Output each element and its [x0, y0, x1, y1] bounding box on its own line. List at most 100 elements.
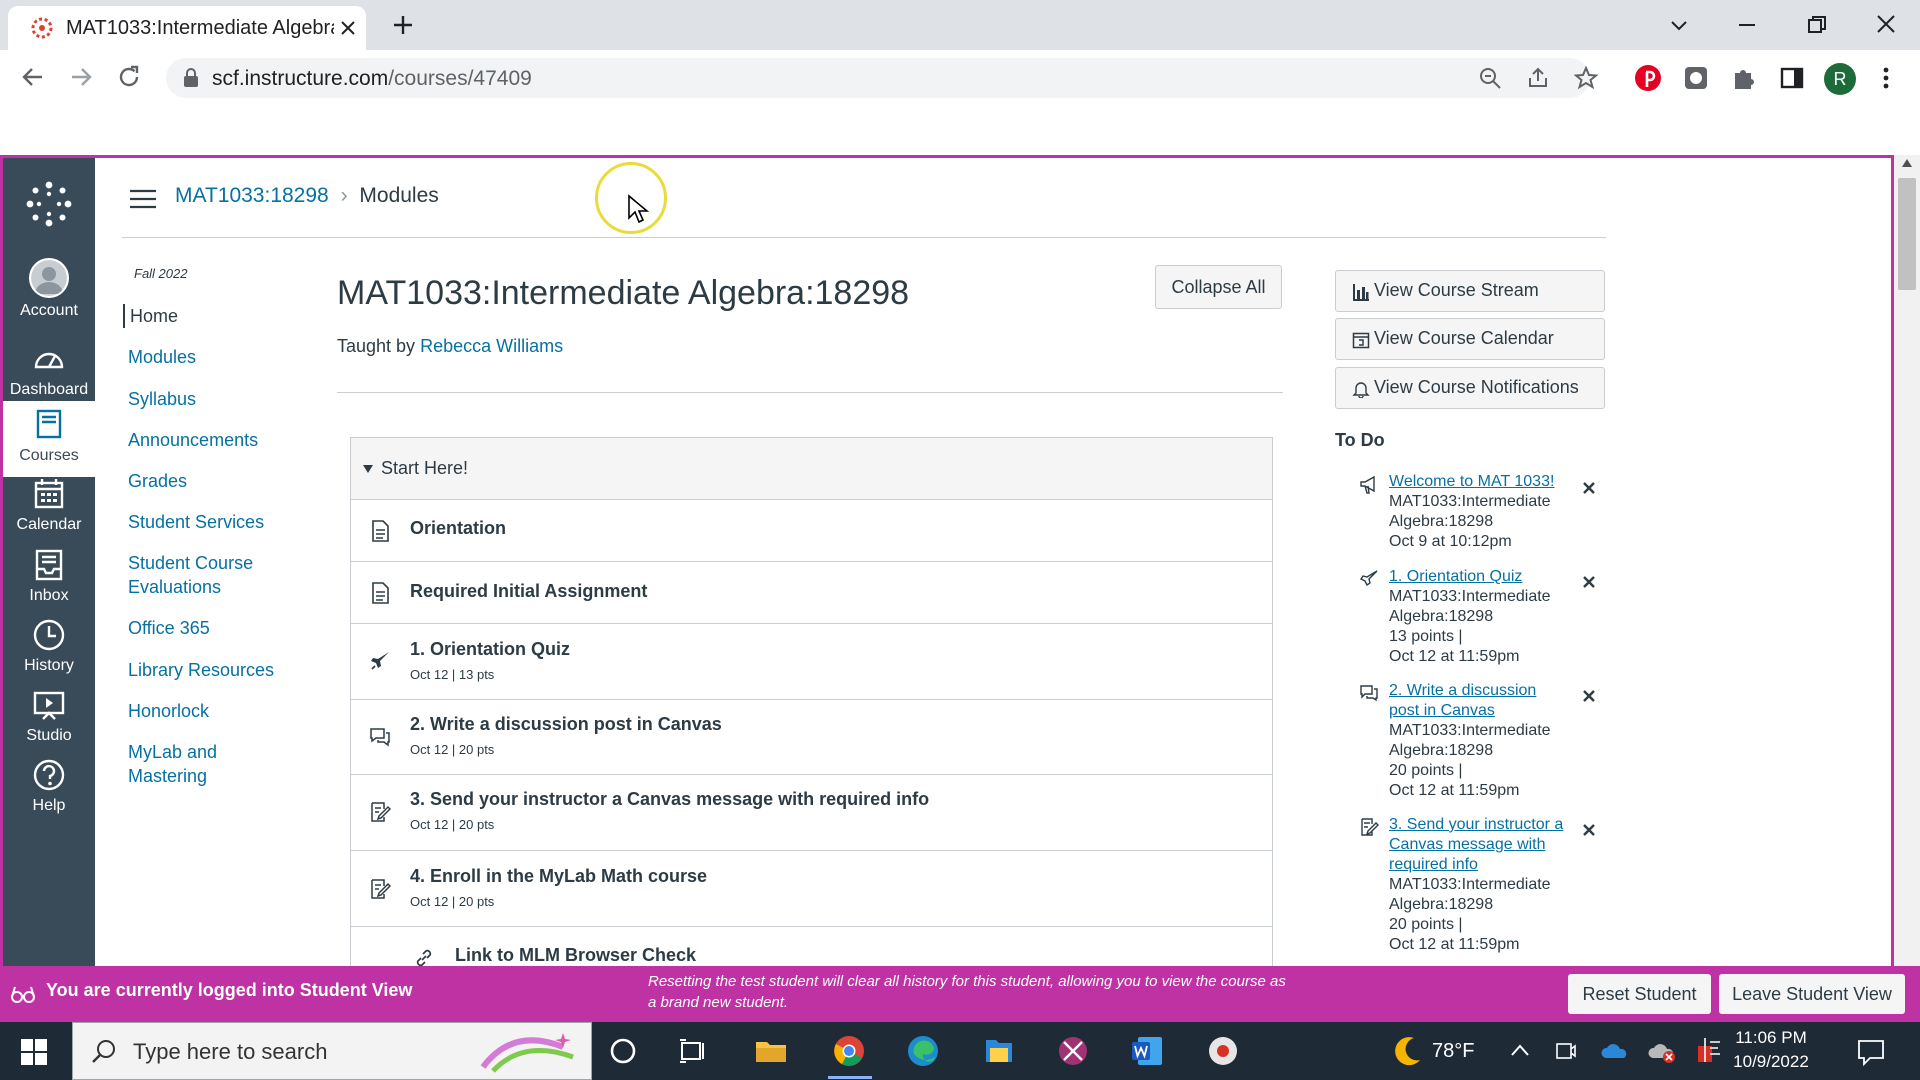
- leave-student-view-button[interactable]: Leave Student View: [1719, 974, 1905, 1014]
- close-tab-icon[interactable]: [338, 18, 358, 38]
- show-hidden-icons-chevron-icon[interactable]: [1510, 1042, 1530, 1058]
- windows-start-icon[interactable]: [20, 1038, 48, 1066]
- scroll-up-icon[interactable]: [1902, 159, 1912, 167]
- caret-down-icon[interactable]: [363, 465, 373, 473]
- weather-temperature[interactable]: 78°F: [1432, 1040, 1474, 1063]
- global-nav-studio[interactable]: Studio: [3, 687, 95, 755]
- module-item-title[interactable]: Orientation: [410, 518, 506, 539]
- address-bar[interactable]: scf.instructure.com/courses/47409: [166, 58, 1598, 98]
- course-nav-mylab[interactable]: MyLab and Mastering: [128, 740, 248, 788]
- browser-tab[interactable]: MAT1033:Intermediate Algebra:1: [8, 6, 366, 50]
- course-nav-evaluations[interactable]: Student Course Evaluations: [128, 551, 278, 599]
- file-explorer-icon[interactable]: [754, 1034, 788, 1068]
- forward-icon[interactable]: [68, 64, 94, 90]
- course-nav-announcements[interactable]: Announcements: [128, 428, 258, 452]
- zoom-icon[interactable]: [1478, 66, 1502, 90]
- course-nav-library[interactable]: Library Resources: [128, 658, 274, 682]
- global-nav-inbox[interactable]: Inbox: [3, 547, 95, 615]
- module-item[interactable]: 2. Write a discussion post in Canvas Oct…: [351, 700, 1272, 775]
- module-item-title[interactable]: Required Initial Assignment: [410, 581, 647, 602]
- reload-icon[interactable]: [116, 64, 142, 90]
- course-nav-honorlock[interactable]: Honorlock: [128, 699, 209, 723]
- hamburger-menu-icon[interactable]: [128, 188, 158, 210]
- extension-icon[interactable]: [1682, 64, 1710, 92]
- clock-time: 11:06 PM: [1735, 1028, 1807, 1047]
- profile-avatar[interactable]: R: [1824, 63, 1856, 95]
- dismiss-icon[interactable]: [1581, 574, 1597, 590]
- dismiss-icon[interactable]: [1581, 688, 1597, 704]
- side-panel-icon[interactable]: [1778, 64, 1806, 92]
- course-nav-home[interactable]: Home: [123, 304, 178, 328]
- course-nav-grades[interactable]: Grades: [128, 469, 187, 493]
- word-icon[interactable]: [1130, 1034, 1164, 1068]
- chrome-icon[interactable]: [832, 1034, 866, 1068]
- collapse-all-button[interactable]: Collapse All: [1155, 265, 1282, 309]
- course-nav-modules[interactable]: Modules: [128, 345, 196, 369]
- back-icon[interactable]: [20, 64, 46, 90]
- module-item-title[interactable]: 2. Write a discussion post in Canvas: [410, 714, 722, 735]
- module-item-title[interactable]: Link to MLM Browser Check: [455, 945, 696, 966]
- scrollbar-thumb[interactable]: [1898, 178, 1916, 290]
- module-item-title[interactable]: 1. Orientation Quiz: [410, 639, 570, 660]
- todo-item-link[interactable]: Welcome to MAT 1033!: [1389, 473, 1554, 490]
- dismiss-icon[interactable]: [1581, 822, 1597, 838]
- module-header[interactable]: Start Here!: [351, 438, 1272, 500]
- module-item[interactable]: Orientation: [351, 500, 1272, 562]
- breadcrumb-course-link[interactable]: MAT1033:18298: [175, 184, 329, 207]
- course-nav-student-services[interactable]: Student Services: [128, 510, 264, 534]
- module-item[interactable]: Required Initial Assignment: [351, 562, 1272, 624]
- course-nav-syllabus[interactable]: Syllabus: [128, 387, 196, 411]
- recorder-icon[interactable]: [1206, 1034, 1240, 1068]
- browser-menu-icon[interactable]: [1874, 64, 1898, 92]
- todo-item: 3. Send your instructor a Canvas message…: [1389, 816, 1564, 953]
- meet-now-icon[interactable]: [1554, 1040, 1576, 1062]
- dismiss-icon[interactable]: [1581, 480, 1597, 496]
- pinterest-extension-icon[interactable]: [1634, 64, 1662, 92]
- share-icon[interactable]: [1526, 66, 1550, 90]
- close-window-icon[interactable]: [1874, 12, 1898, 36]
- breadcrumb-current: Modules: [359, 184, 439, 207]
- files-app-icon[interactable]: [982, 1034, 1016, 1068]
- task-view-icon[interactable]: [676, 1034, 710, 1068]
- onedrive-icon[interactable]: [1600, 1040, 1628, 1062]
- taskbar-search-box[interactable]: Type here to search: [72, 1022, 592, 1080]
- global-nav-courses[interactable]: Courses: [3, 401, 95, 477]
- module-item[interactable]: Link to MLM Browser Check: [351, 927, 1272, 966]
- module-item[interactable]: 4. Enroll in the MyLab Math course Oct 1…: [351, 851, 1272, 927]
- todo-item-link[interactable]: 2. Write a discussion post in Canvas: [1389, 682, 1536, 719]
- new-tab-icon[interactable]: [392, 14, 414, 36]
- edge-icon[interactable]: [906, 1034, 940, 1068]
- weather-moon-icon[interactable]: [1388, 1032, 1426, 1070]
- course-nav-office365[interactable]: Office 365: [128, 616, 210, 640]
- global-nav-history[interactable]: History: [3, 617, 95, 685]
- instructor-link[interactable]: Rebecca Williams: [420, 336, 563, 356]
- reset-student-button[interactable]: Reset Student: [1568, 974, 1711, 1014]
- module-item-title[interactable]: 4. Enroll in the MyLab Math course: [410, 866, 707, 887]
- onedrive-sync-error-icon[interactable]: [1648, 1038, 1676, 1064]
- module-item[interactable]: 3. Send your instructor a Canvas message…: [351, 775, 1272, 851]
- puzzle-extensions-icon[interactable]: [1730, 64, 1758, 92]
- action-center-icon[interactable]: [1856, 1038, 1886, 1066]
- view-course-calendar-button[interactable]: View Course Calendar: [1335, 318, 1605, 360]
- tab-search-chevron-icon[interactable]: [1668, 14, 1690, 36]
- lock-icon[interactable]: [182, 68, 200, 88]
- global-nav-calendar[interactable]: Calendar: [3, 476, 95, 544]
- canvas-logo-icon[interactable]: [25, 180, 73, 228]
- view-course-notifications-button[interactable]: View Course Notifications: [1335, 367, 1605, 409]
- view-course-stream-button[interactable]: View Course Stream: [1335, 270, 1605, 312]
- bookmark-star-icon[interactable]: [1574, 66, 1598, 90]
- module-item-title[interactable]: 3. Send your instructor a Canvas message…: [410, 789, 929, 810]
- minimize-icon[interactable]: [1736, 14, 1758, 36]
- snipping-tool-icon[interactable]: [1056, 1034, 1090, 1068]
- todo-item-link[interactable]: 3. Send your instructor a Canvas message…: [1389, 816, 1563, 873]
- global-nav-dashboard[interactable]: Dashboard: [3, 341, 95, 409]
- module-item[interactable]: 1. Orientation Quiz Oct 12 | 13 pts: [351, 624, 1272, 700]
- discussion-icon: [1360, 685, 1378, 702]
- cortana-icon[interactable]: [606, 1034, 640, 1068]
- global-nav-label: Studio: [26, 727, 72, 744]
- global-nav-help[interactable]: Help: [3, 757, 95, 825]
- todo-item-link[interactable]: 1. Orientation Quiz: [1389, 568, 1522, 585]
- global-nav-account[interactable]: Account: [3, 258, 95, 326]
- system-clock[interactable]: 11:06 PM 10/9/2022: [1716, 1026, 1826, 1074]
- restore-icon[interactable]: [1806, 14, 1828, 36]
